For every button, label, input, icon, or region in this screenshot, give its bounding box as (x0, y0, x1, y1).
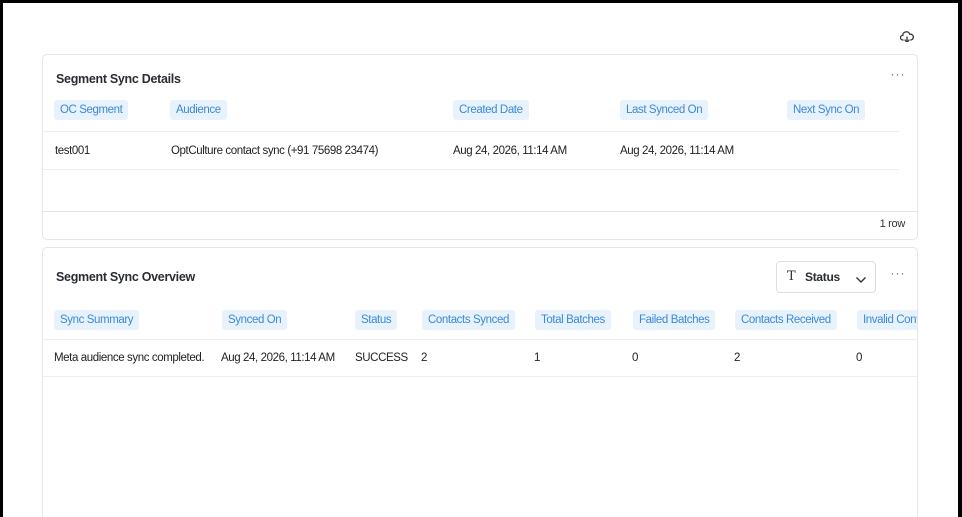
row-divider (43, 131, 899, 132)
column-header-next-sync-on[interactable]: Next Sync On (787, 100, 866, 120)
segment-sync-details-card: Segment Sync Details ··· OC Segment Audi… (42, 54, 918, 240)
chevron-down-icon (855, 271, 867, 289)
more-options-button[interactable]: ··· (887, 267, 909, 284)
cell-sync-summary: Meta audience sync completed. (54, 352, 205, 364)
column-header-synced-on[interactable]: Synced On (222, 310, 288, 330)
row-count: 1 row (879, 218, 906, 230)
app-frame: Segment Sync Details ··· OC Segment Audi… (3, 3, 958, 517)
cell-synced-on: Aug 24, 2026, 11:14 AM (221, 352, 335, 364)
segment-sync-overview-title: Segment Sync Overview (56, 270, 195, 284)
more-options-button[interactable]: ··· (887, 68, 909, 85)
cloud-refresh-icon[interactable] (898, 27, 916, 45)
segment-sync-overview-card: Segment Sync Overview T Status ··· Sync … (42, 247, 918, 517)
cell-audience: OptCulture contact sync (+91 75698 23474… (171, 145, 379, 157)
cell-contacts-received: 2 (734, 352, 740, 364)
segment-sync-details-title: Segment Sync Details (56, 72, 181, 86)
column-header-created-date[interactable]: Created Date (453, 100, 529, 120)
column-header-contacts-received[interactable]: Contacts Received (735, 310, 837, 330)
column-header-status[interactable]: Status (355, 310, 398, 330)
row-divider (43, 169, 899, 170)
column-header-audience[interactable]: Audience (170, 100, 227, 120)
row-divider (43, 339, 917, 340)
cell-created-date: Aug 24, 2026, 11:14 AM (453, 145, 567, 157)
column-header-sync-summary[interactable]: Sync Summary (54, 310, 140, 330)
column-header-last-synced-on[interactable]: Last Synced On (620, 100, 709, 120)
footer-divider (43, 211, 917, 212)
column-header-invalid-contacts[interactable]: Invalid Cont (857, 310, 917, 330)
row-divider (43, 376, 917, 377)
cell-total-batches: 1 (534, 352, 540, 364)
cell-invalid-contacts: 0 (856, 352, 862, 364)
cell-failed-batches: 0 (632, 352, 638, 364)
cell-last-synced-on: Aug 24, 2026, 11:14 AM (620, 145, 734, 157)
cell-status: SUCCESS (355, 352, 408, 364)
status-filter-label: Status (805, 270, 840, 284)
column-header-failed-batches[interactable]: Failed Batches (633, 310, 716, 330)
column-header-oc-segment[interactable]: OC Segment (54, 100, 129, 120)
cell-contacts-synced: 2 (421, 352, 427, 364)
column-header-total-batches[interactable]: Total Batches (535, 310, 611, 330)
column-header-contacts-synced[interactable]: Contacts Synced (422, 310, 515, 330)
status-filter-button[interactable]: T Status (776, 261, 876, 293)
text-type-icon: T (787, 269, 796, 284)
cell-oc-segment: test001 (55, 145, 90, 157)
